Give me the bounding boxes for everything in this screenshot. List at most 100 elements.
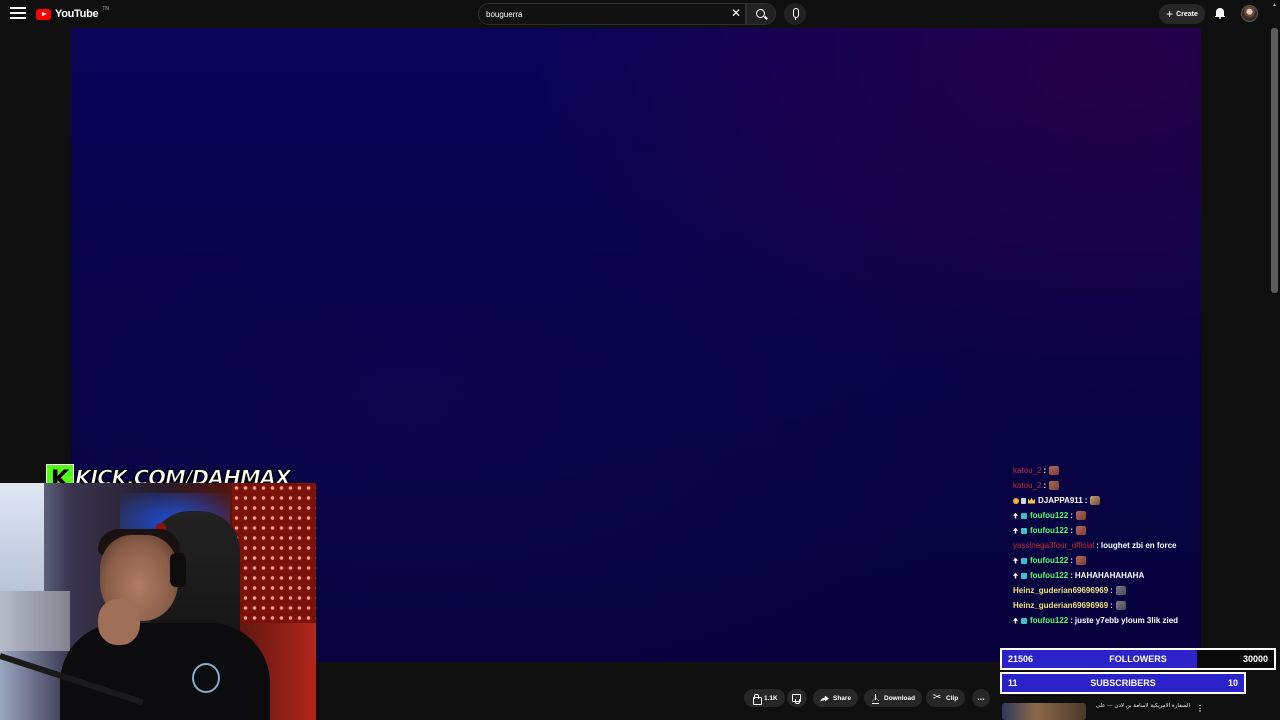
related-video-thumbnail[interactable] [1002, 703, 1086, 720]
search-box [478, 3, 746, 25]
chat-message: foufou122: [1013, 508, 1198, 523]
chat-username: katou_2 [1013, 466, 1042, 475]
chat-badge-shield-icon [1021, 557, 1027, 564]
chat-username: yassinega3four_official [1013, 541, 1095, 550]
youtube-logo[interactable]: YouTube TN [36, 6, 109, 22]
chat-message: foufou122: [1013, 553, 1198, 568]
related-video-item[interactable]: السفارة الأمريكية لأسامة بن لادن — على ⋮ [1002, 701, 1274, 720]
chat-badge-arrow-icon [1013, 572, 1018, 579]
create-button[interactable]: + Create [1159, 4, 1205, 24]
followers-label: FOLLOWERS [1109, 654, 1167, 664]
download-icon [871, 693, 880, 704]
chat-badge-shield-icon [1021, 617, 1027, 624]
plus-icon: + [1166, 7, 1174, 21]
chat-message: foufou122: juste y7ebb yloum 3lik zied [1013, 613, 1198, 628]
chat-username: foufou122 [1030, 571, 1069, 580]
chat-separator: : [1043, 481, 1047, 490]
chat-username: foufou122 [1030, 616, 1069, 625]
chat-message: DJAPPA911: [1013, 493, 1198, 508]
chat-badge-arrow-icon [1013, 512, 1018, 519]
more-actions-button[interactable]: ... [972, 689, 990, 707]
chat-badge-arrow-icon [1013, 617, 1018, 624]
page-scrollbar[interactable] [1271, 28, 1278, 293]
share-label: Share [833, 694, 852, 702]
chat-message: katou_2: [1013, 463, 1198, 478]
stream-goals-overlay: 21506 FOLLOWERS 30000 11 SUBSCRIBERS 10 [1000, 648, 1276, 696]
like-icon [751, 693, 762, 705]
clip-label: Clip [946, 694, 959, 702]
chat-username: foufou122 [1030, 526, 1069, 535]
search-icon [756, 9, 765, 18]
chat-text: loughet zbi en force [1100, 541, 1177, 550]
chat-message: Heinz_guderian69696969: [1013, 583, 1198, 598]
followers-goal: 21506 FOLLOWERS 30000 [1000, 648, 1276, 670]
logo-text: YouTube [55, 8, 99, 20]
country-code: TN [102, 6, 109, 12]
more-vert-icon[interactable]: ⋮ [1196, 704, 1204, 713]
chat-emote-icon [1075, 556, 1086, 565]
chat-emote-icon [1075, 511, 1086, 520]
chat-separator: : [1070, 526, 1073, 535]
chat-username: Heinz_guderian69696969 [1013, 586, 1109, 595]
chat-badge-shield-icon [1021, 572, 1027, 579]
search-input[interactable] [479, 4, 719, 25]
chat-emote-icon [1115, 586, 1126, 595]
clear-search-icon[interactable]: ✕ [731, 7, 741, 20]
webcam-overlay [0, 483, 316, 720]
chat-badge-arrow-icon [1013, 557, 1018, 564]
download-label: Download [884, 694, 916, 702]
chat-username: katou_2 [1013, 481, 1042, 490]
chat-badge-orange-icon [1013, 497, 1019, 504]
related-video-title[interactable]: السفارة الأمريكية لأسامة بن لادن — على [1090, 703, 1190, 719]
chat-username: Heinz_guderian69696969 [1013, 601, 1109, 610]
share-button[interactable]: Share [813, 689, 859, 707]
chat-separator: : [1070, 571, 1073, 580]
chat-username: DJAPPA911 [1038, 496, 1083, 505]
dislike-button[interactable] [787, 689, 807, 707]
menu-icon[interactable] [10, 7, 26, 21]
search-button[interactable] [746, 3, 776, 25]
followers-target: 30000 [1242, 654, 1268, 664]
chat-badge-shield-icon [1021, 527, 1027, 534]
chat-message: foufou122: HAHAHAHAHAHA [1013, 568, 1198, 583]
stream-chat-overlay: katou_2: katou_2: DJAPPA911: foufou122: fouf… [1013, 463, 1198, 628]
voice-search-button[interactable] [784, 3, 806, 25]
like-button[interactable]: 1.1K [744, 689, 785, 707]
chat-badge-crown-icon [1028, 497, 1035, 504]
chat-emote-icon [1049, 481, 1060, 490]
chat-separator: : [1043, 466, 1047, 475]
subscribers-goal: 11 SUBSCRIBERS 10 [1000, 672, 1246, 694]
chat-emote-icon [1090, 496, 1101, 505]
chat-message: yassinega3four_official: loughet zbi en f… [1013, 538, 1198, 553]
dislike-icon [792, 693, 801, 704]
share-icon [820, 694, 829, 703]
chat-text: juste y7ebb yloum 3lik zied [1074, 616, 1179, 625]
chat-text: HAHAHAHAHAHA [1074, 571, 1145, 580]
chat-separator: : [1110, 601, 1113, 610]
scroll-up-arrow-icon[interactable]: ▲ [1272, 2, 1277, 8]
chat-username: foufou122 [1030, 556, 1069, 565]
clip-button[interactable]: Clip [926, 689, 966, 707]
chat-message: katou_2: [1013, 478, 1198, 493]
chat-separator: : [1084, 496, 1088, 505]
notifications-bell-icon[interactable] [1215, 8, 1225, 19]
chat-separator: : [1110, 586, 1113, 595]
chat-username: foufou122 [1030, 511, 1069, 520]
chat-badge-shield-icon [1021, 512, 1027, 519]
chat-message: foufou122: [1013, 523, 1198, 538]
chat-emote-icon [1115, 601, 1126, 610]
masthead: YouTube TN ✕ + Create [0, 0, 1280, 28]
download-button[interactable]: Download [864, 689, 923, 707]
like-count: 1.1K [764, 694, 778, 702]
scissors-icon [933, 692, 942, 703]
youtube-play-icon [36, 8, 51, 20]
chat-message: Heinz_guderian69696969: [1013, 598, 1198, 613]
chat-separator: : [1070, 511, 1073, 520]
create-label: Create [1176, 10, 1198, 18]
subscribers-label: SUBSCRIBERS [1090, 678, 1156, 688]
chat-emote-icon [1049, 466, 1060, 475]
chat-badge-key-icon [1021, 497, 1026, 504]
subscribers-target: 10 [1227, 678, 1238, 688]
avatar[interactable] [1241, 5, 1258, 22]
chat-separator: : [1096, 541, 1099, 550]
